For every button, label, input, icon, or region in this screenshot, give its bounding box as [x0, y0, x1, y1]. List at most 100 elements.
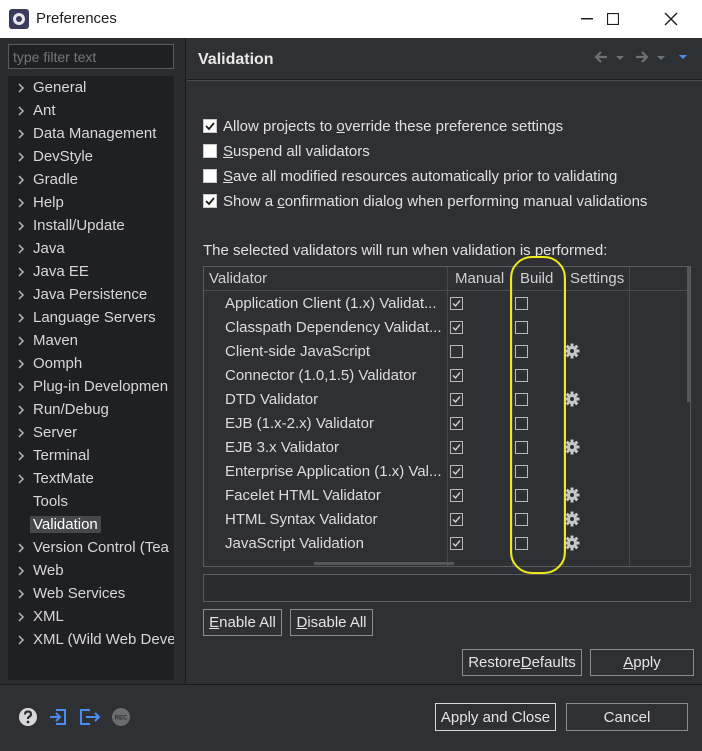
import-icon[interactable] [48, 707, 68, 727]
restore-defaults-button[interactable]: Restore Defaults [462, 649, 582, 676]
tree-item[interactable]: Data Management [8, 123, 174, 146]
tree-item[interactable]: Language Servers [8, 307, 174, 330]
suspend-checkbox[interactable] [203, 144, 217, 158]
confirm-checkbox[interactable] [203, 194, 217, 208]
expand-chevron-icon[interactable] [16, 335, 26, 347]
manual-checkbox[interactable] [450, 537, 463, 550]
table-row[interactable]: EJB (1.x-2.x) Validator [204, 412, 690, 436]
manual-checkbox[interactable] [450, 393, 463, 406]
expand-chevron-icon[interactable] [16, 588, 26, 600]
build-checkbox[interactable] [515, 441, 528, 454]
suspend-option[interactable]: Suspend all validators [203, 140, 370, 162]
build-checkbox[interactable] [515, 537, 528, 550]
expand-chevron-icon[interactable] [16, 427, 26, 439]
tree-item[interactable]: Gradle [8, 169, 174, 192]
tree-item[interactable]: Server [8, 422, 174, 445]
disable-all-button[interactable]: Disable All [290, 609, 373, 636]
build-checkbox[interactable] [515, 345, 528, 358]
help-icon[interactable] [18, 707, 38, 727]
build-checkbox[interactable] [515, 393, 528, 406]
column-header-validator[interactable]: Validator [209, 270, 267, 287]
forward-arrow-icon[interactable] [634, 48, 650, 66]
tree-item[interactable]: Run/Debug [8, 399, 174, 422]
tree-item[interactable]: Terminal [8, 445, 174, 468]
tree-item[interactable]: Java EE [8, 261, 174, 284]
table-row[interactable]: JavaScript Validation [204, 532, 690, 556]
column-header-build[interactable]: Build [520, 270, 553, 287]
table-row[interactable]: Enterprise Application (1.x) Val... [204, 460, 690, 484]
tree-item[interactable]: Oomph [8, 353, 174, 376]
expand-chevron-icon[interactable] [16, 381, 26, 393]
table-row[interactable]: Client-side JavaScript [204, 340, 690, 364]
table-horizontal-scrollbar[interactable] [314, 562, 454, 565]
tree-item[interactable]: Tools [8, 491, 174, 514]
tree-item[interactable]: Validation [8, 514, 174, 537]
tree-item[interactable]: Web [8, 560, 174, 583]
table-row[interactable]: DTD Validator [204, 388, 690, 412]
allow-override-checkbox[interactable] [203, 119, 217, 133]
settings-gear-icon[interactable] [564, 439, 580, 455]
enable-all-button[interactable]: Enable All [203, 609, 282, 636]
table-row[interactable]: EJB 3.x Validator [204, 436, 690, 460]
apply-and-close-button[interactable]: Apply and Close [435, 703, 556, 731]
expand-chevron-icon[interactable] [16, 565, 26, 577]
tree-item[interactable]: TextMate [8, 468, 174, 491]
tree-item[interactable]: Java Persistence [8, 284, 174, 307]
build-checkbox[interactable] [515, 489, 528, 502]
manual-checkbox[interactable] [450, 489, 463, 502]
settings-gear-icon[interactable] [564, 487, 580, 503]
settings-gear-icon[interactable] [564, 511, 580, 527]
expand-chevron-icon[interactable] [16, 634, 26, 646]
build-checkbox[interactable] [515, 513, 528, 526]
manual-checkbox[interactable] [450, 297, 463, 310]
tree-item[interactable]: General [8, 77, 174, 100]
record-icon[interactable]: REC [111, 707, 131, 727]
manual-checkbox[interactable] [450, 441, 463, 454]
tree-item[interactable]: XML [8, 606, 174, 629]
expand-chevron-icon[interactable] [16, 358, 26, 370]
table-row[interactable]: Connector (1.0,1.5) Validator [204, 364, 690, 388]
expand-chevron-icon[interactable] [16, 105, 26, 117]
manual-checkbox[interactable] [450, 513, 463, 526]
expand-chevron-icon[interactable] [16, 404, 26, 416]
manual-checkbox[interactable] [450, 465, 463, 478]
build-checkbox[interactable] [515, 369, 528, 382]
expand-chevron-icon[interactable] [16, 289, 26, 301]
save-all-checkbox[interactable] [203, 169, 217, 183]
maximize-button[interactable] [590, 0, 636, 38]
expand-chevron-icon[interactable] [16, 243, 26, 255]
tree-item[interactable]: Maven [8, 330, 174, 353]
expand-chevron-icon[interactable] [16, 266, 26, 278]
settings-gear-icon[interactable] [564, 391, 580, 407]
apply-button[interactable]: Apply [590, 649, 694, 676]
allow-override-option[interactable]: Allow projects to override these prefere… [203, 115, 563, 137]
expand-chevron-icon[interactable] [16, 128, 26, 140]
manual-checkbox[interactable] [450, 345, 463, 358]
tree-item[interactable]: DevStyle [8, 146, 174, 169]
manual-checkbox[interactable] [450, 321, 463, 334]
expand-chevron-icon[interactable] [16, 220, 26, 232]
confirm-option[interactable]: Show a confirmation dialog when performi… [203, 190, 647, 212]
settings-gear-icon[interactable] [564, 535, 580, 551]
expand-chevron-icon[interactable] [16, 312, 26, 324]
build-checkbox[interactable] [515, 297, 528, 310]
expand-chevron-icon[interactable] [16, 151, 26, 163]
manual-checkbox[interactable] [450, 369, 463, 382]
export-icon[interactable] [78, 707, 102, 727]
tree-item[interactable]: Version Control (Tea [8, 537, 174, 560]
expand-chevron-icon[interactable] [16, 174, 26, 186]
expand-chevron-icon[interactable] [16, 611, 26, 623]
back-arrow-icon[interactable] [593, 48, 609, 66]
tree-item[interactable]: Ant [8, 100, 174, 123]
cancel-button[interactable]: Cancel [566, 703, 688, 731]
column-header-manual[interactable]: Manual [455, 270, 504, 287]
tree-item[interactable]: Web Services [8, 583, 174, 606]
tree-item[interactable]: XML (Wild Web Deve [8, 629, 174, 652]
close-button[interactable] [648, 0, 694, 38]
expand-chevron-icon[interactable] [16, 473, 26, 485]
tree-item[interactable]: Plug-in Developmen [8, 376, 174, 399]
table-row[interactable]: HTML Syntax Validator [204, 508, 690, 532]
forward-menu-chevron-icon[interactable] [656, 48, 666, 66]
build-checkbox[interactable] [515, 321, 528, 334]
expand-chevron-icon[interactable] [16, 82, 26, 94]
